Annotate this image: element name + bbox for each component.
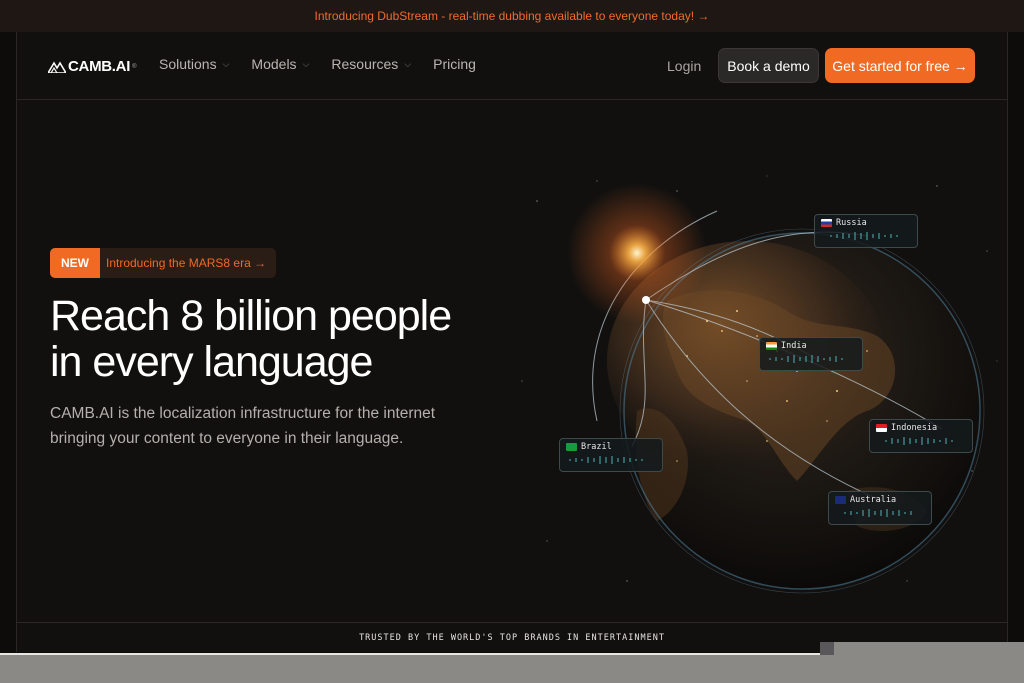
audio-wave-icon xyxy=(769,355,843,363)
location-tag-brazil: Brazil xyxy=(559,438,663,472)
nav-item-pricing[interactable]: Pricing xyxy=(433,56,476,72)
globe-illustration: Russia India Indonesia Brazil Australia xyxy=(517,161,1007,601)
location-name: Indonesia xyxy=(891,423,938,433)
announcement-badge[interactable]: NEW Introducing the MARS8 era → xyxy=(50,248,277,278)
location-tag-indonesia: Indonesia xyxy=(869,419,973,453)
location-name: Australia xyxy=(850,495,897,505)
location-name: Brazil xyxy=(581,442,612,452)
audio-wave-icon xyxy=(844,509,912,517)
book-demo-button[interactable]: Book a demo xyxy=(718,48,819,83)
trusted-text: TRUSTED BY THE WORLD'S TOP BRANDS IN ENT… xyxy=(359,632,665,643)
audio-wave-icon xyxy=(885,437,953,445)
indonesia-flag-icon xyxy=(876,424,887,432)
login-link[interactable]: Login xyxy=(667,58,701,74)
australia-flag-icon xyxy=(835,496,846,504)
russia-flag-icon xyxy=(821,219,832,227)
top-navigation: CAMB.AI ® Solutions ⌵ Models ⌵ Resources… xyxy=(16,32,1008,100)
brazil-flag-icon xyxy=(566,443,577,451)
nav-item-label: Pricing xyxy=(433,56,476,72)
nav-item-label: Resources xyxy=(331,56,399,72)
bottom-block xyxy=(820,642,834,656)
camb-logo-icon xyxy=(48,60,66,73)
nav-item-solutions[interactable]: Solutions ⌵ xyxy=(159,56,229,72)
chevron-down-icon: ⌵ xyxy=(302,58,310,69)
nav-item-label: Models xyxy=(251,56,297,72)
logo-mark: ® xyxy=(132,63,137,70)
nav-item-models[interactable]: Models ⌵ xyxy=(251,56,309,72)
headline-line-2: in every language xyxy=(50,338,373,386)
location-name: India xyxy=(781,341,807,351)
india-flag-icon xyxy=(766,342,777,350)
chevron-down-icon: ⌵ xyxy=(222,58,230,69)
headline-line-1: Reach 8 billion people xyxy=(50,292,452,340)
logo[interactable]: CAMB.AI ® xyxy=(48,58,136,75)
logo-text: CAMB.AI xyxy=(68,58,131,75)
audio-wave-icon xyxy=(830,232,898,240)
new-label: NEW xyxy=(50,248,100,278)
location-name: Russia xyxy=(836,218,867,228)
bottom-overlay xyxy=(0,655,1024,683)
badge-text: Introducing the MARS8 era → xyxy=(106,256,267,270)
bottom-block xyxy=(834,642,1024,656)
chevron-down-icon: ⌵ xyxy=(404,58,412,69)
location-tag-india: India xyxy=(759,337,863,371)
location-tag-australia: Australia xyxy=(828,491,932,525)
nav-item-label: Solutions xyxy=(159,56,217,72)
announcement-bar[interactable]: Introducing DubStream - real-time dubbin… xyxy=(0,0,1024,32)
nav-item-resources[interactable]: Resources ⌵ xyxy=(331,56,411,72)
get-started-button[interactable]: Get started for free → xyxy=(825,48,975,83)
nav-menu: Solutions ⌵ Models ⌵ Resources ⌵ Pricing xyxy=(159,56,476,72)
hero-headline: Reach 8 billion people in every language xyxy=(50,293,520,385)
audio-wave-icon xyxy=(569,456,643,464)
announcement-text[interactable]: Introducing DubStream - real-time dubbin… xyxy=(315,9,710,23)
location-tag-russia: Russia xyxy=(814,214,918,248)
hero-subtext: CAMB.AI is the localization infrastructu… xyxy=(50,405,436,447)
hero-section: NEW Introducing the MARS8 era → Reach 8 … xyxy=(17,101,1007,621)
globe-graphic xyxy=(521,175,998,594)
